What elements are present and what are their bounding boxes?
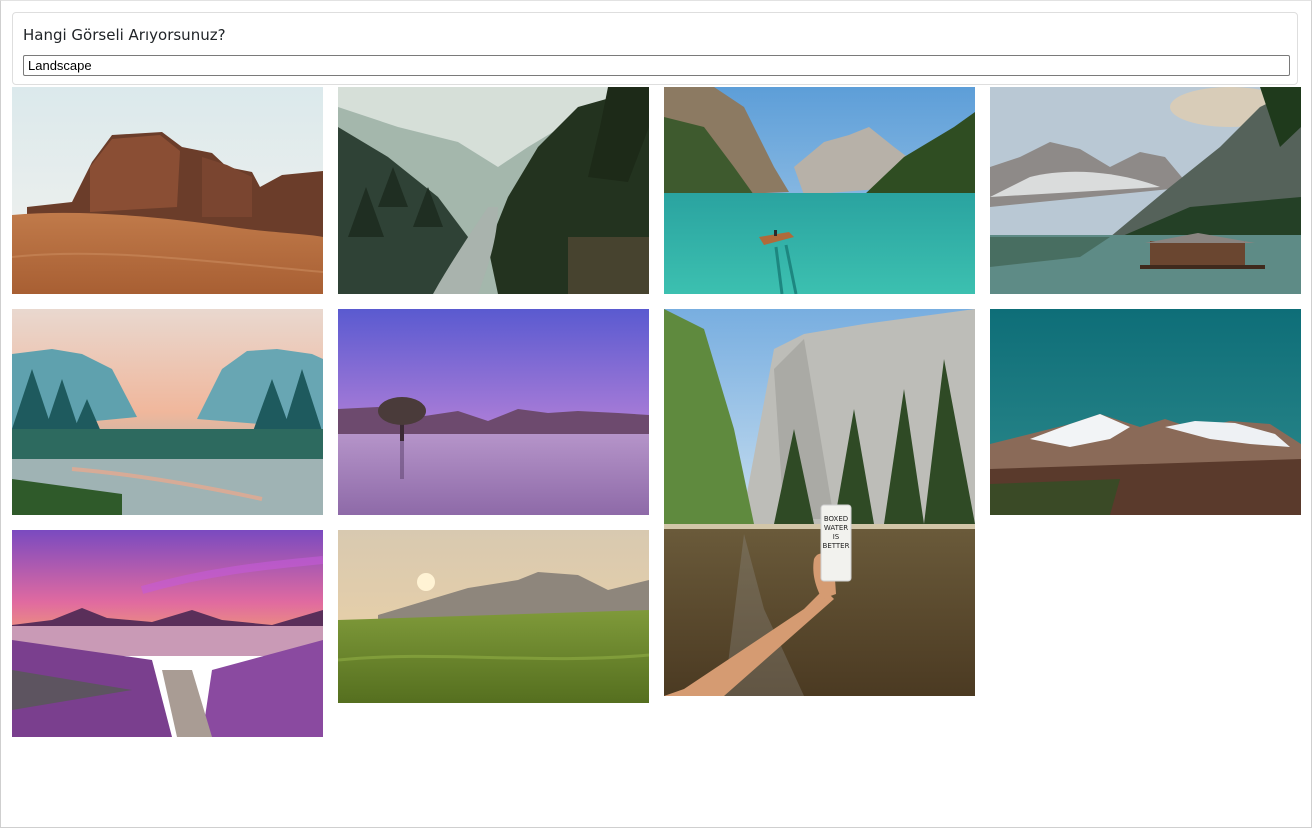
gallery-image-valley-sunrise[interactable] [12,309,323,515]
svg-text:WATER: WATER [824,524,848,532]
mountain-lake-cabin-photo [990,87,1301,294]
svg-text:IS: IS [833,533,840,541]
meadow-sunset-mountains-photo [338,530,649,703]
gallery-image-misty-forest[interactable] [338,87,649,294]
svg-text:BETTER: BETTER [823,542,850,550]
gallery-image-purple-lake[interactable] [338,309,649,515]
gallery-image-boxed-water[interactable]: BOXED WATER IS BETTER [664,309,975,696]
search-input[interactable] [23,55,1290,76]
gallery-image-turquoise-lake[interactable] [664,87,975,294]
valley-sunrise-river-photo [12,309,323,515]
gallery-image-meadow-sunset[interactable] [338,530,649,703]
purple-lake-tree-photo [338,309,649,515]
el-capitan-boxed-water-photo: BOXED WATER IS BETTER [664,309,975,696]
lavender-sunset-lake-photo [12,530,323,737]
search-title: Hangi Görseli Arıyorsunuz? [23,26,226,44]
search-card: Hangi Görseli Arıyorsunuz? [12,12,1298,85]
gallery-image-lavender-sunset[interactable] [12,530,323,737]
misty-forest-river-photo [338,87,649,294]
turquoise-lake-boat-photo [664,87,975,294]
image-search-page: Hangi Görseli Arıyorsunuz? Landscape BOX… [0,0,1312,828]
gallery-image-desert-rocks[interactable] [12,87,323,294]
gallery-image-snowy-mountains[interactable] [990,309,1301,515]
svg-text:BOXED: BOXED [824,515,848,523]
gallery-image-mountain-cabin[interactable] [990,87,1301,294]
desert-rocks-photo [12,87,323,294]
snowy-mountains-teal-sky-photo [990,309,1301,515]
